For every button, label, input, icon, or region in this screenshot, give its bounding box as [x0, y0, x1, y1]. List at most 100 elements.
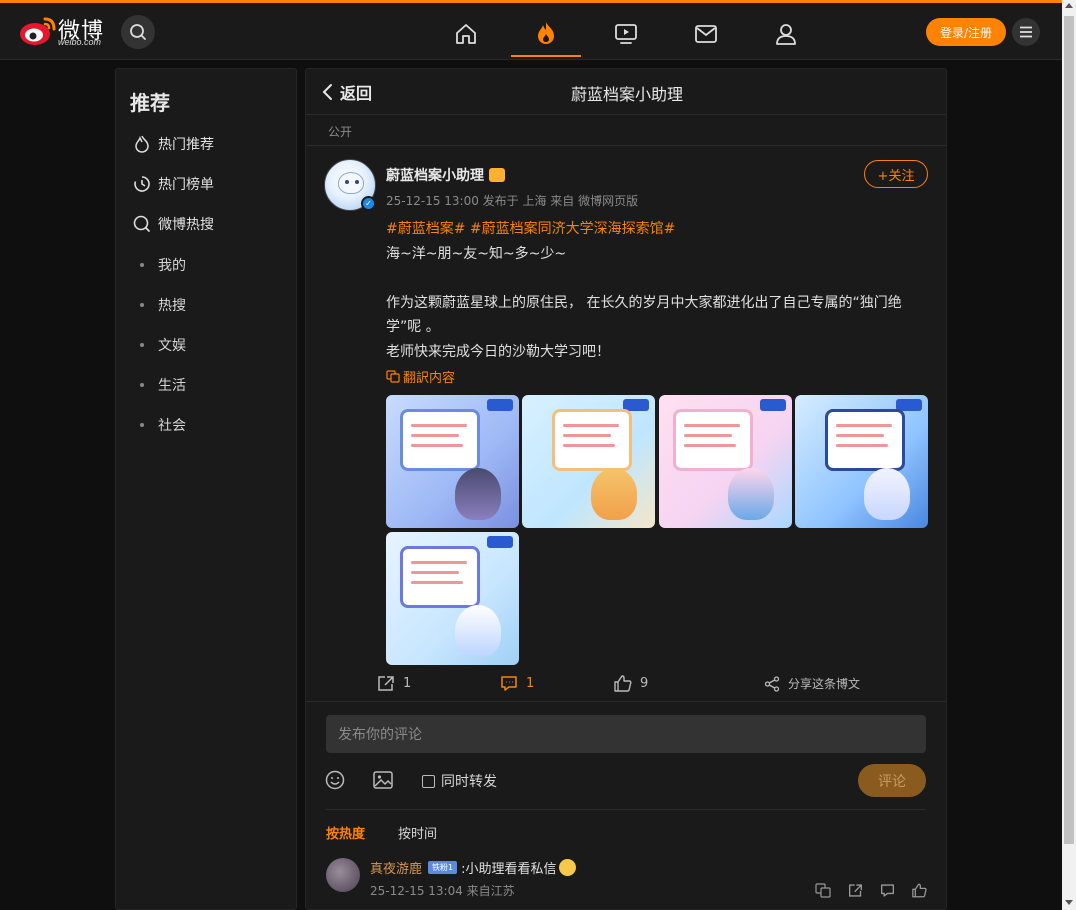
- comment-reply-button[interactable]: [878, 881, 896, 899]
- sidebar-item-hot-search[interactable]: 微博热搜: [132, 212, 214, 236]
- sidebar-item-hot-recommend[interactable]: 热门推荐: [132, 132, 214, 156]
- avatar-eye: [355, 180, 359, 184]
- image-logo: [487, 536, 513, 548]
- nav-home[interactable]: [431, 11, 501, 57]
- translate-icon: [386, 370, 400, 383]
- bullet-dot: [140, 263, 144, 267]
- hamburger-icon: [1020, 26, 1032, 38]
- divider: [326, 809, 926, 810]
- comment-text: :小助理看看私信: [461, 862, 557, 877]
- divider: [306, 114, 946, 115]
- post-image-3[interactable]: [659, 395, 792, 528]
- image-speech-box: [400, 546, 480, 608]
- image-speech-box: [400, 409, 480, 471]
- checkbox-icon[interactable]: [422, 774, 435, 788]
- emoji-icon: [325, 770, 345, 790]
- post-image-4[interactable]: [795, 395, 928, 528]
- like-button[interactable]: 9: [614, 675, 648, 692]
- flame-outline-icon: [132, 134, 152, 154]
- repost-checkbox-label: 同时转发: [441, 774, 497, 790]
- post-text-line: 海~洋~朋~友~知~多~少~: [386, 245, 567, 262]
- sidebar-sub-label: 热搜: [158, 298, 186, 314]
- comment-like-button[interactable]: [910, 881, 928, 899]
- login-register-button[interactable]: 登录/注册: [926, 18, 1006, 46]
- repost-checkbox[interactable]: 同时转发: [422, 771, 497, 791]
- user-icon: [776, 24, 796, 45]
- author-name-text: 蔚蓝档案小助理: [386, 168, 484, 184]
- post-image-2[interactable]: [522, 395, 655, 528]
- hashtag-link[interactable]: #蔚蓝档案#: [386, 221, 465, 237]
- sidebar-item-mine[interactable]: 我的: [140, 255, 186, 275]
- share-button[interactable]: 分享这条博文: [764, 675, 860, 692]
- comment-translate-button[interactable]: [814, 881, 832, 899]
- sort-by-hot-tab[interactable]: 按热度: [326, 823, 365, 842]
- search-button[interactable]: [121, 15, 155, 49]
- commenter-name[interactable]: 真夜游鹿: [370, 858, 422, 877]
- sidebar-sub-label: 社会: [158, 418, 186, 434]
- image-logo: [487, 399, 513, 411]
- sidebar-item-label: 热门推荐: [158, 137, 214, 153]
- submit-comment-button[interactable]: 评论: [858, 764, 926, 797]
- sidebar-item-society[interactable]: 社会: [140, 415, 186, 435]
- image-text-line: [836, 444, 888, 447]
- image-text-line: [836, 434, 884, 437]
- sidebar-item-entertainment[interactable]: 文娱: [140, 335, 186, 355]
- scroll-up-arrow-icon[interactable]: [1065, 3, 1073, 8]
- post-text-line: 老师快来完成今日的沙勒大学习吧！: [386, 343, 610, 360]
- image-text-line: [411, 434, 459, 437]
- post-text-line: 作为这颗蔚蓝星球上的原住民， 在长久的岁月中大家都进化出了自己专属的“独门绝学”…: [386, 294, 902, 336]
- weibo-logo[interactable]: 微博 weibo.com: [18, 13, 110, 53]
- image-character: [728, 468, 774, 520]
- comment-input[interactable]: 发布你的评论: [326, 715, 926, 753]
- image-text-line: [411, 581, 463, 584]
- divider: [306, 145, 946, 146]
- repost-icon: [378, 676, 394, 691]
- translate-button[interactable]: 翻訳内容: [386, 367, 455, 386]
- page-title: 蔚蓝档案小助理: [570, 85, 683, 104]
- image-speech-box: [673, 409, 753, 471]
- comment-count: 1: [526, 676, 535, 691]
- image-character: [864, 468, 910, 520]
- image-upload-button[interactable]: [372, 769, 394, 791]
- sidebar-sub-label: 我的: [158, 258, 186, 274]
- sidebar-item-hot-list[interactable]: 热门榜单: [132, 172, 214, 196]
- commenter-avatar[interactable]: [326, 858, 360, 892]
- menu-button[interactable]: [1012, 18, 1040, 46]
- repost-count: 1: [403, 676, 412, 691]
- image-text-line: [411, 561, 467, 564]
- scroll-down-arrow-icon[interactable]: [1065, 900, 1073, 905]
- page-scrollbar[interactable]: [1062, 0, 1076, 910]
- bullet-dot: [140, 343, 144, 347]
- author-name[interactable]: 蔚蓝档案小助理: [386, 165, 505, 185]
- nav-hot[interactable]: [511, 11, 581, 57]
- scroll-thumb[interactable]: [1064, 16, 1074, 844]
- left-sidebar: 推荐 热门推荐 热门榜单 微博热搜 我的 热搜 文娱 生活 社会: [115, 68, 297, 910]
- hashtag-link[interactable]: #蔚蓝档案同济大学深海探索馆#: [470, 221, 675, 237]
- nav-video[interactable]: [591, 11, 661, 57]
- like-count: 9: [640, 676, 649, 691]
- follow-button[interactable]: +关注: [864, 160, 928, 188]
- sidebar-item-life[interactable]: 生活: [140, 375, 186, 395]
- nav-messages[interactable]: [671, 11, 741, 57]
- image-text-line: [411, 424, 467, 427]
- post-image-1[interactable]: [386, 395, 519, 528]
- sidebar-title: 推荐: [130, 91, 170, 115]
- translate-label: 翻訳内容: [403, 371, 456, 386]
- image-text-line: [563, 424, 619, 427]
- post-image-5[interactable]: [386, 532, 519, 665]
- thumbs-up-icon: [911, 883, 927, 897]
- nav-profile[interactable]: [751, 11, 821, 57]
- sort-by-time-tab[interactable]: 按时间: [398, 823, 437, 842]
- top-navbar: 微博 weibo.com 登录/注册: [0, 3, 1062, 60]
- image-character: [455, 605, 501, 657]
- comment-button[interactable]: 1: [500, 675, 534, 692]
- sidebar-item-hotsearch[interactable]: 热搜: [140, 295, 186, 315]
- search-icon: [132, 214, 152, 234]
- repost-button[interactable]: 1: [377, 675, 411, 692]
- home-icon: [456, 24, 476, 44]
- share-label: 分享这条博文: [788, 677, 861, 691]
- emoji-button[interactable]: [324, 769, 346, 791]
- image-text-line: [684, 424, 740, 427]
- comment-repost-button[interactable]: [846, 881, 864, 899]
